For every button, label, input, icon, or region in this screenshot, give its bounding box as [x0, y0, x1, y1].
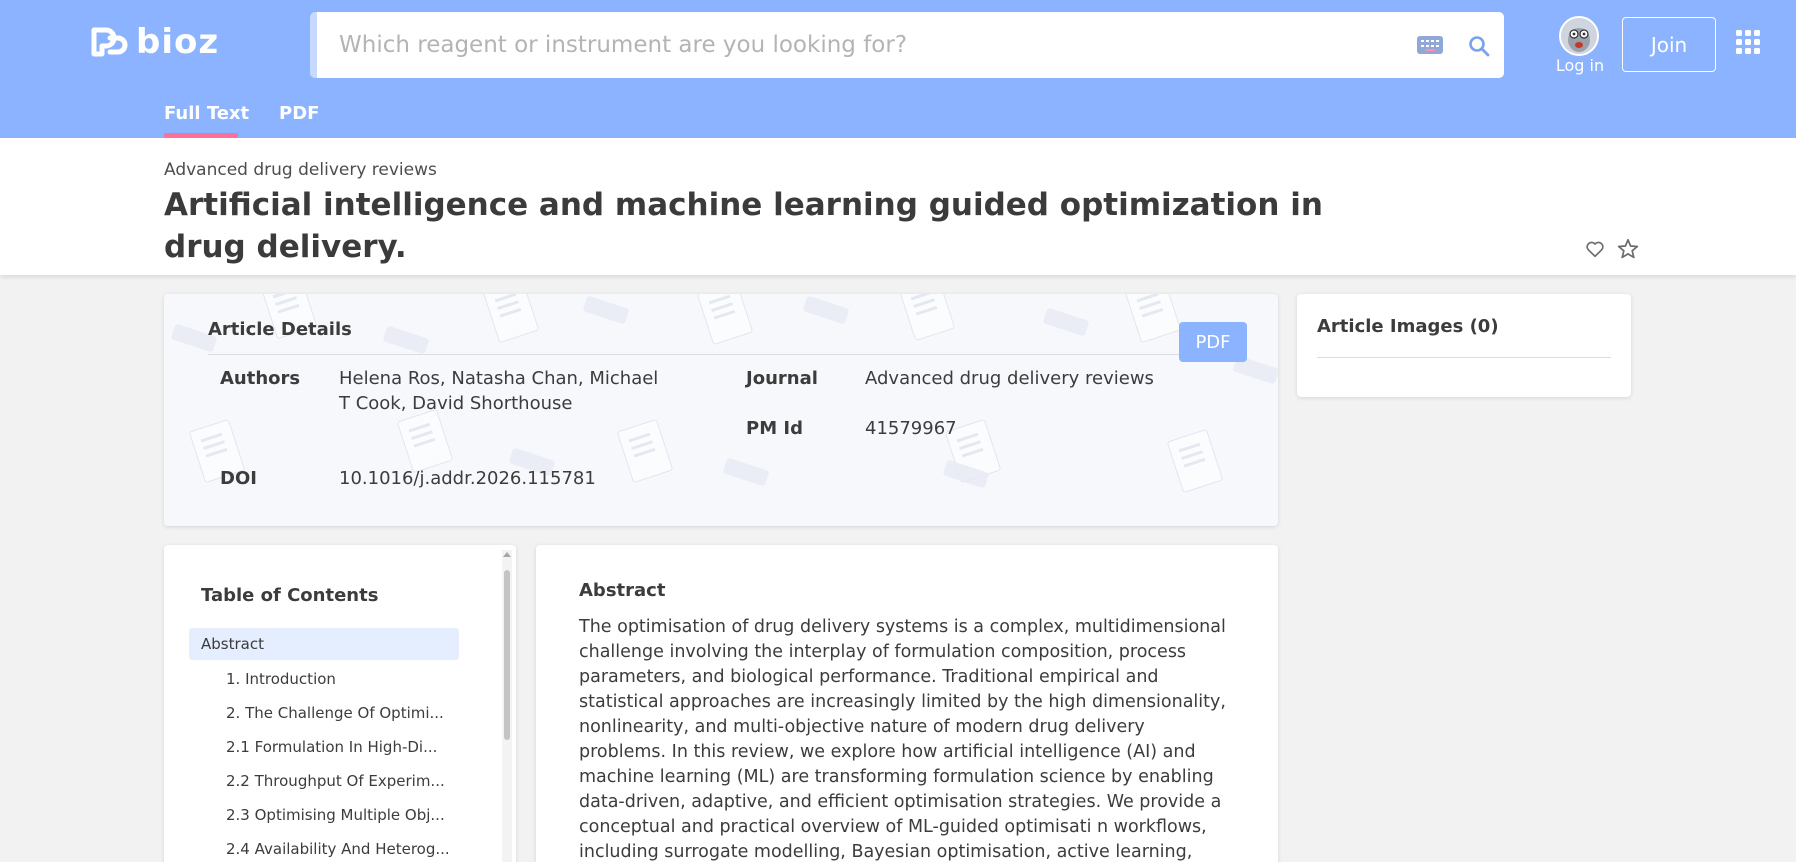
abstract-line: including surrogate modelling, Bayesian …: [579, 842, 1193, 862]
decorative-chip: [382, 325, 430, 355]
pmid-label: PM Id: [746, 418, 803, 439]
bioz-logo-mark-icon: [91, 27, 128, 57]
decorative-document-icon: [1166, 428, 1224, 494]
article-title-band: Advanced drug delivery reviews Artificia…: [0, 138, 1796, 275]
user-avatar[interactable]: [1559, 16, 1599, 56]
search-input[interactable]: [339, 12, 1339, 78]
journal-label: Journal: [746, 368, 818, 389]
abstract-section: Abstract The optimisation of drug delive…: [536, 545, 1278, 862]
authors-label: Authors: [220, 368, 301, 389]
journal-value: Advanced drug delivery reviews: [865, 368, 1154, 389]
toc-scrollbar[interactable]: [502, 550, 512, 862]
join-button[interactable]: Join: [1622, 17, 1716, 72]
article-images-card: Article Images (0): [1297, 294, 1631, 397]
decorative-chip: [802, 295, 850, 325]
toc-item-abstract[interactable]: Abstract: [189, 628, 459, 660]
doi-label: DOI: [220, 468, 257, 489]
decorative-chip: [582, 295, 630, 325]
pdf-button[interactable]: PDF: [1179, 322, 1247, 362]
decorative-document-icon: [482, 294, 540, 344]
abstract-line: nonlinearity, and multi-objective nature…: [579, 717, 1145, 737]
decorative-document-icon: [1124, 294, 1182, 344]
toc-title: Table of Contents: [201, 585, 379, 606]
table-of-contents: Table of Contents Abstract 1. Introducti…: [164, 545, 516, 862]
logo-wordmark: bioz: [136, 22, 220, 62]
decorative-chip: [722, 457, 770, 487]
abstract-line: challenge involving the interplay of for…: [579, 642, 1187, 662]
avatar-character-icon: [1561, 18, 1597, 54]
toc-item-formulation[interactable]: 2.1 Formulation In High-Di...: [226, 738, 437, 756]
tab-pdf[interactable]: PDF: [279, 103, 319, 124]
abstract-line: The optimisation of drug delivery system…: [579, 617, 1226, 637]
scroll-up-arrow-icon[interactable]: [503, 552, 511, 557]
top-header: bioz Log in Join Full Text PDF: [0, 0, 1796, 138]
decorative-chip: [1042, 307, 1090, 337]
article-images-title: Article Images (0): [1317, 316, 1499, 337]
toc-item-challenge[interactable]: 2. The Challenge Of Optimi...: [226, 704, 444, 722]
login-link[interactable]: Log in: [1548, 56, 1612, 75]
abstract-line: conceptual and practical overview of ML-…: [579, 817, 1207, 837]
decorative-document-icon: [616, 418, 674, 484]
toc-item-introduction[interactable]: 1. Introduction: [226, 670, 336, 688]
decorative-document-icon: [696, 294, 754, 346]
article-details-title: Article Details: [208, 319, 352, 340]
authors-value: Helena Ros, Natasha Chan, Michael T Cook…: [339, 368, 659, 414]
bioz-logo[interactable]: bioz: [90, 22, 250, 62]
search-bar: [310, 12, 1504, 78]
abstract-line: problems. In this review, we explore how…: [579, 742, 1196, 762]
toc-item-multiple-objectives[interactable]: 2.3 Optimising Multiple Obj...: [226, 806, 445, 824]
abstract-line: statistical approaches are increasingly …: [579, 692, 1226, 712]
apps-grid-icon[interactable]: [1736, 30, 1760, 54]
journal-name: Advanced drug delivery reviews: [164, 160, 437, 180]
decorative-document-icon: [898, 294, 956, 342]
tab-full-text[interactable]: Full Text: [164, 103, 249, 124]
toc-item-throughput[interactable]: 2.2 Throughput Of Experim...: [226, 772, 445, 790]
heart-icon[interactable]: [1584, 238, 1606, 260]
pmid-value: 41579967: [865, 418, 957, 439]
divider: [1317, 357, 1611, 358]
page-title: Artificial intelligence and machine lear…: [164, 187, 1323, 265]
article-details-card: Article Details PDF Authors Helena Ros, …: [164, 294, 1278, 526]
keyboard-icon[interactable]: [1417, 36, 1443, 54]
divider: [208, 354, 1208, 355]
toc-item-availability[interactable]: 2.4 Availability And Heterog...: [226, 840, 450, 858]
scrollbar-thumb[interactable]: [504, 570, 510, 740]
abstract-line: parameters, and biological performance. …: [579, 667, 1159, 687]
abstract-line: machine learning (ML) are transforming f…: [579, 767, 1214, 787]
decorative-document-icon: [396, 408, 454, 474]
search-icon[interactable]: [1467, 34, 1491, 58]
star-icon[interactable]: [1616, 237, 1640, 261]
abstract-line: data-driven, adaptive, and efficient opt…: [579, 792, 1222, 812]
doi-value[interactable]: 10.1016/j.addr.2026.115781: [339, 466, 596, 491]
abstract-heading: Abstract: [579, 580, 666, 601]
abstract-text: The optimisation of drug delivery system…: [579, 615, 1249, 862]
